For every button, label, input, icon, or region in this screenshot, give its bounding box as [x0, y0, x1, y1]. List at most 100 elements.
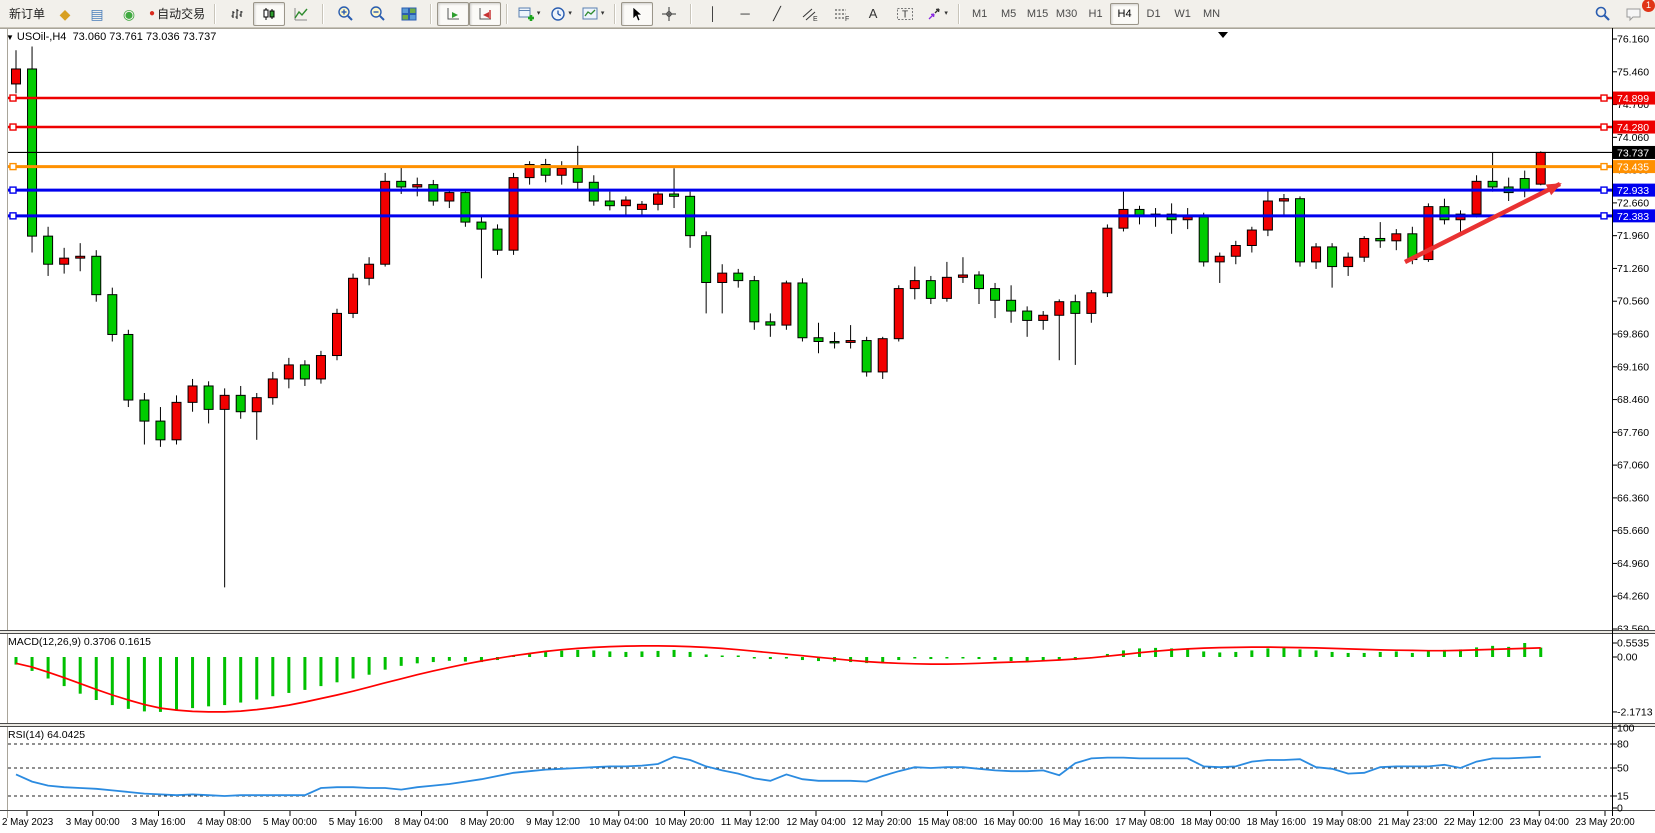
timeframe-button-W1[interactable]: W1 — [1168, 3, 1197, 25]
autotrading-button[interactable]: ● 自动交易 — [145, 2, 209, 26]
svg-text:67.760: 67.760 — [1617, 427, 1649, 439]
bar-chart-button[interactable] — [221, 2, 253, 26]
cursor-button[interactable] — [621, 2, 653, 26]
toolbar-separator — [322, 4, 324, 24]
cursor-icon — [630, 6, 644, 22]
navigator-button[interactable]: ◉ — [113, 2, 145, 26]
zoom-in-button[interactable] — [329, 2, 361, 26]
trendline-icon: ╱ — [773, 7, 781, 20]
arrows-tool-button[interactable]: ▾ — [921, 2, 953, 26]
line-chart-button[interactable] — [285, 2, 317, 26]
dropdown-caret-icon: ▾ — [601, 10, 605, 17]
svg-text:69.160: 69.160 — [1617, 361, 1649, 373]
svg-text:12 May 20:00: 12 May 20:00 — [852, 817, 912, 828]
macd-indicator-label: MACD(12,26,9) 0.3706 0.1615 — [8, 636, 151, 648]
svg-text:8 May 04:00: 8 May 04:00 — [395, 817, 449, 828]
svg-text:19 May 08:00: 19 May 08:00 — [1312, 817, 1372, 828]
chart-shift-icon — [477, 6, 493, 22]
toolbar-group-timeframes: M1M5M15M30H1H4D1W1MN — [963, 0, 1228, 28]
rsi-name: RSI(14) — [8, 729, 44, 741]
timeframe-button-D1[interactable]: D1 — [1139, 3, 1168, 25]
horizontal-line-icon: ─ — [740, 7, 749, 20]
toolbar-group-trading: 新订单 ◆ ▤ ◉ ● 自动交易 — [3, 0, 211, 28]
svg-text:-2.1713: -2.1713 — [1617, 706, 1653, 718]
one-click-trading-caret-icon[interactable]: ▼ — [6, 33, 14, 42]
toolbar-group-cursor — [619, 0, 687, 28]
label-letter: T — [902, 9, 908, 20]
chart-window[interactable]: 76.16075.46074.76074.06073.36072.66071.9… — [0, 28, 1655, 833]
svg-text:5 May 00:00: 5 May 00:00 — [263, 817, 317, 828]
timeframe-button-M1[interactable]: M1 — [965, 3, 994, 25]
text-button[interactable]: A — [857, 2, 889, 26]
svg-text:18 May 00:00: 18 May 00:00 — [1181, 817, 1241, 828]
timeframe-button-MN[interactable]: MN — [1197, 3, 1226, 25]
svg-text:67.060: 67.060 — [1617, 460, 1649, 472]
autotrading-label: 自动交易 — [157, 5, 205, 22]
autotrading-icon: ● — [149, 9, 155, 19]
toolbar-group-objects: │ ─ ╱ E F A T ▾ — [695, 0, 955, 28]
channel-letter: E — [813, 16, 818, 22]
svg-text:17 May 08:00: 17 May 08:00 — [1115, 817, 1175, 828]
dropdown-caret-icon: ▾ — [537, 10, 541, 17]
svg-text:0: 0 — [1617, 803, 1623, 815]
svg-text:64.960: 64.960 — [1617, 558, 1649, 570]
svg-text:71.260: 71.260 — [1617, 263, 1649, 275]
fibonacci-button[interactable]: F — [825, 2, 857, 26]
horizontal-line-button[interactable]: ─ — [729, 2, 761, 26]
timeframe-button-M15[interactable]: M15 — [1023, 3, 1052, 25]
zoom-out-button[interactable] — [361, 2, 393, 26]
rsi-panel-splitter[interactable] — [0, 724, 1655, 726]
candlestick-chart-button[interactable] — [253, 2, 285, 26]
toolbar-group-right: 1 — [1584, 0, 1652, 28]
fibonacci-icon: F — [833, 6, 850, 22]
svg-text:18 May 16:00: 18 May 16:00 — [1247, 817, 1307, 828]
equidistant-channel-button[interactable]: E — [793, 2, 825, 26]
toolbar-group-zoom — [327, 0, 427, 28]
tile-windows-icon — [401, 6, 417, 22]
main-toolbar: 新订单 ◆ ▤ ◉ ● 自动交易 — [0, 0, 1655, 28]
tile-windows-button[interactable] — [393, 2, 425, 26]
text-label-button[interactable]: T — [889, 2, 921, 26]
svg-text:64.260: 64.260 — [1617, 591, 1649, 603]
zoom-in-icon — [337, 5, 354, 22]
channel-icon: E — [801, 6, 818, 22]
candlestick-chart-icon — [261, 6, 277, 22]
clock-icon — [550, 6, 566, 22]
svg-text:0.5535: 0.5535 — [1617, 637, 1649, 649]
search-icon — [1594, 5, 1611, 22]
market-watch-button[interactable]: ◆ — [49, 2, 81, 26]
svg-text:3 May 00:00: 3 May 00:00 — [66, 817, 120, 828]
templates-button[interactable]: ▾ — [577, 2, 609, 26]
search-button[interactable] — [1586, 2, 1618, 26]
svg-text:74.280: 74.280 — [1617, 122, 1649, 134]
timeframe-button-H4[interactable]: H4 — [1110, 3, 1139, 25]
data-window-button[interactable]: ▤ — [81, 2, 113, 26]
notifications-button[interactable]: 1 — [1618, 2, 1650, 26]
toolbar-separator — [690, 4, 692, 24]
vertical-line-button[interactable]: │ — [697, 2, 729, 26]
svg-text:10 May 04:00: 10 May 04:00 — [589, 817, 649, 828]
svg-text:23 May 20:00: 23 May 20:00 — [1575, 817, 1635, 828]
svg-text:15: 15 — [1617, 791, 1629, 803]
new-chart-button[interactable]: ▾ — [513, 2, 545, 26]
chart-symbol-period: USOil-,H4 — [17, 31, 67, 43]
svg-text:21 May 23:00: 21 May 23:00 — [1378, 817, 1438, 828]
svg-text:65.660: 65.660 — [1617, 525, 1649, 537]
svg-text:22 May 12:00: 22 May 12:00 — [1444, 817, 1504, 828]
timeframe-button-M5[interactable]: M5 — [994, 3, 1023, 25]
macd-panel-splitter[interactable] — [0, 631, 1655, 633]
chart-shift-button[interactable] — [469, 2, 501, 26]
crosshair-icon — [661, 6, 677, 22]
periods-button[interactable]: ▾ — [545, 2, 577, 26]
zoom-out-icon — [369, 5, 386, 22]
new-order-label: 新订单 — [9, 5, 45, 22]
timeframe-button-H1[interactable]: H1 — [1081, 3, 1110, 25]
timeframe-button-M30[interactable]: M30 — [1052, 3, 1081, 25]
navigator-icon: ◉ — [123, 7, 135, 21]
crosshair-button[interactable] — [653, 2, 685, 26]
toolbar-group-scroll — [435, 0, 503, 28]
auto-scroll-button[interactable] — [437, 2, 469, 26]
new-order-button[interactable]: 新订单 — [5, 2, 49, 26]
fibo-letter: F — [845, 16, 849, 22]
trendline-button[interactable]: ╱ — [761, 2, 793, 26]
